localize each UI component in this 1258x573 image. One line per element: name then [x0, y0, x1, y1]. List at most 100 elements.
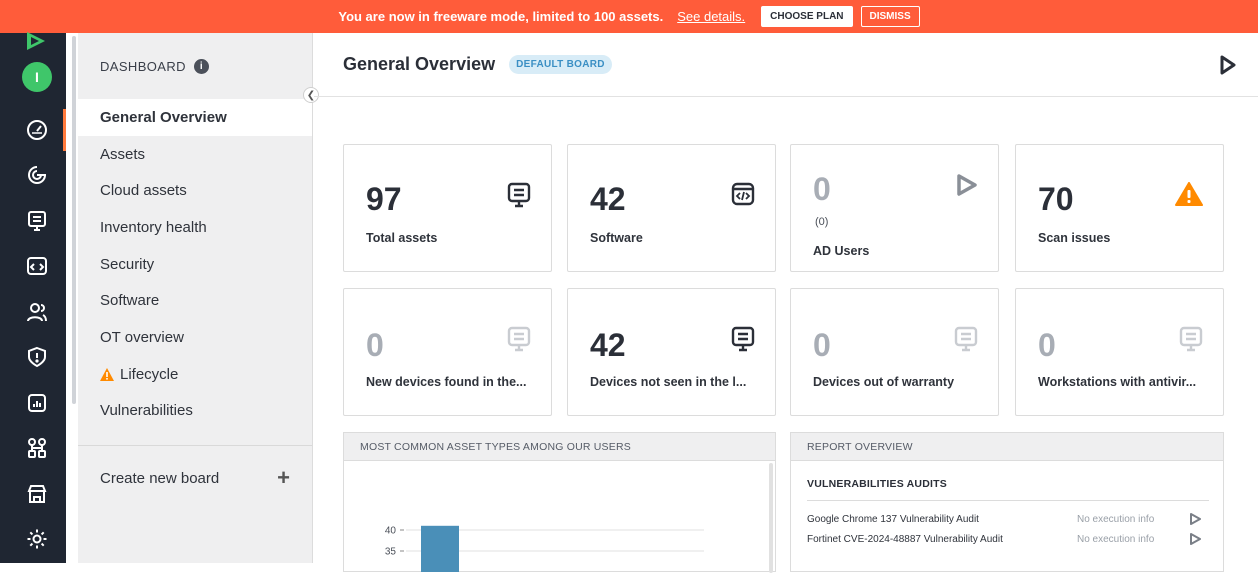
sidebar-item-software[interactable]: Software	[78, 282, 312, 319]
dashboard-sidebar: DASHBOARD i ❮ General Overview Assets Cl…	[78, 33, 319, 563]
diagram-icon[interactable]	[24, 435, 50, 461]
create-board-label: Create new board	[100, 469, 220, 487]
stat-card-devices-not-seen[interactable]: 42 Devices not seen in the l...	[567, 288, 776, 416]
asset-types-panel: MOST COMMON ASSET TYPES AMONG OUR USERS …	[343, 432, 776, 573]
vulnerability-audits-heading: VULNERABILITIES AUDITS	[807, 478, 947, 490]
sidebar-item-assets[interactable]: Assets	[78, 136, 312, 173]
stat-label: Devices out of warranty	[813, 375, 955, 389]
stat-label: AD Users	[813, 244, 870, 258]
sidebar-item-label: OT overview	[100, 328, 184, 346]
stat-card-scan-issues[interactable]: 70 Scan issues	[1015, 144, 1224, 272]
audit-status: No execution info	[1077, 533, 1155, 545]
banner-message: You are now in freeware mode, limited to…	[338, 9, 664, 24]
stat-value: 42	[590, 327, 626, 363]
dashboard-icon[interactable]	[24, 117, 50, 143]
monitor-icon	[731, 326, 755, 352]
stat-value: 0	[813, 327, 831, 363]
dismiss-button[interactable]: DISMISS	[860, 6, 920, 27]
stat-card-software[interactable]: 42 Software	[567, 144, 776, 272]
warning-icon	[100, 367, 114, 381]
y-tick-label: 40	[385, 526, 397, 537]
scan-icon[interactable]	[24, 162, 50, 188]
default-board-badge: DEFAULT BOARD	[509, 55, 612, 74]
users-icon[interactable]	[24, 299, 50, 325]
marketplace-icon[interactable]	[24, 481, 50, 507]
monitor-icon	[507, 182, 531, 208]
icon-rail: I	[0, 30, 66, 563]
stat-label: Workstations with antivir...	[1038, 375, 1197, 389]
chart-scrollbar[interactable]	[769, 463, 773, 573]
stat-label: New devices found in the...	[366, 375, 527, 389]
stat-card-workstations-antivirus[interactable]: 0 Workstations with antivir...	[1015, 288, 1224, 416]
plus-icon[interactable]: +	[277, 465, 290, 491]
warning-icon	[1175, 182, 1203, 206]
sidebar-item-label: Lifecycle	[120, 365, 179, 383]
audit-row[interactable]: Google Chrome 137 Vulnerability Audit No…	[791, 509, 1223, 529]
stat-label: Total assets	[366, 231, 438, 245]
sidebar-item-label: Cloud assets	[100, 182, 187, 200]
software-icon[interactable]	[24, 253, 50, 279]
stat-value: 97	[366, 181, 402, 217]
sidebar-header: DASHBOARD i	[78, 33, 312, 99]
main-header: General Overview DEFAULT BOARD	[314, 33, 1258, 97]
sidebar-item-ot-overview[interactable]: OT overview	[78, 319, 312, 356]
sidebar-scrollbar[interactable]	[72, 36, 76, 404]
monitor-icon	[1179, 326, 1203, 352]
stat-card-total-assets[interactable]: 97 Total assets	[343, 144, 552, 272]
stat-subvalue: (0)	[815, 216, 829, 228]
freeware-banner: You are now in freeware mode, limited to…	[0, 0, 1258, 33]
stat-value: 0	[1038, 327, 1056, 363]
sidebar-item-label: Inventory health	[100, 218, 207, 236]
sidebar-item-security[interactable]: Security	[78, 246, 312, 283]
code-window-icon	[731, 182, 755, 206]
play-icon[interactable]	[1220, 55, 1236, 75]
chart-bar[interactable]	[421, 525, 459, 572]
info-icon[interactable]: i	[193, 58, 209, 74]
audit-name: Fortinet CVE-2024-48887 Vulnerability Au…	[807, 533, 1003, 545]
monitor-icon	[954, 326, 978, 352]
stat-card-ad-users[interactable]: 0 (0) AD Users	[790, 144, 999, 272]
sidebar-item-inventory-health[interactable]: Inventory health	[78, 209, 312, 246]
app-logo-icon[interactable]	[25, 30, 47, 52]
report-overview-title: REPORT OVERVIEW	[791, 433, 1223, 461]
security-icon[interactable]	[24, 344, 50, 370]
monitor-icon	[507, 326, 531, 352]
see-details-link[interactable]: See details.	[677, 9, 745, 24]
sidebar-item-label: Vulnerabilities	[100, 402, 193, 420]
user-avatar[interactable]: I	[22, 62, 52, 92]
stat-card-new-devices[interactable]: 0 New devices found in the...	[343, 288, 552, 416]
stat-value: 42	[590, 181, 626, 217]
stat-label: Scan issues	[1038, 231, 1111, 245]
run-audit-icon[interactable]	[1189, 533, 1201, 545]
stat-label: Devices not seen in the l...	[590, 375, 747, 389]
stat-label: Software	[590, 231, 643, 245]
audit-name: Google Chrome 137 Vulnerability Audit	[807, 513, 979, 525]
run-audit-icon[interactable]	[1189, 513, 1201, 525]
active-indicator	[63, 109, 66, 151]
sidebar-item-label: Security	[100, 255, 155, 273]
sidebar-item-general-overview[interactable]: General Overview	[78, 99, 312, 136]
report-overview-panel: REPORT OVERVIEW VULNERABILITIES AUDITS G…	[790, 432, 1224, 572]
sidebar-divider	[78, 445, 312, 447]
sidebar-item-label: Assets	[100, 145, 146, 163]
stat-value: 0	[366, 327, 384, 363]
sidebar-item-label: General Overview	[100, 108, 227, 126]
asset-types-panel-title: MOST COMMON ASSET TYPES AMONG OUR USERS	[344, 433, 775, 461]
asset-types-chart: 35 40	[385, 525, 704, 572]
sidebar-item-vulnerabilities[interactable]: Vulnerabilities	[78, 393, 312, 430]
settings-icon[interactable]	[24, 526, 50, 552]
assets-icon[interactable]	[24, 208, 50, 234]
play-icon[interactable]	[956, 173, 978, 197]
stat-value: 0	[813, 171, 831, 207]
audit-status: No execution info	[1077, 513, 1155, 525]
page-title: General Overview	[343, 54, 496, 74]
sidebar-title: DASHBOARD	[100, 58, 186, 74]
sidebar-item-cloud-assets[interactable]: Cloud assets	[78, 172, 312, 209]
choose-plan-button[interactable]: CHOOSE PLAN	[761, 6, 853, 27]
stat-card-out-of-warranty[interactable]: 0 Devices out of warranty	[790, 288, 999, 416]
audit-row[interactable]: Fortinet CVE-2024-48887 Vulnerability Au…	[791, 529, 1223, 549]
reports-icon[interactable]	[24, 390, 50, 416]
create-board-button[interactable]: Create new board +	[100, 465, 290, 491]
sidebar-item-label: Software	[100, 292, 160, 310]
sidebar-item-lifecycle[interactable]: Lifecycle	[78, 356, 312, 393]
